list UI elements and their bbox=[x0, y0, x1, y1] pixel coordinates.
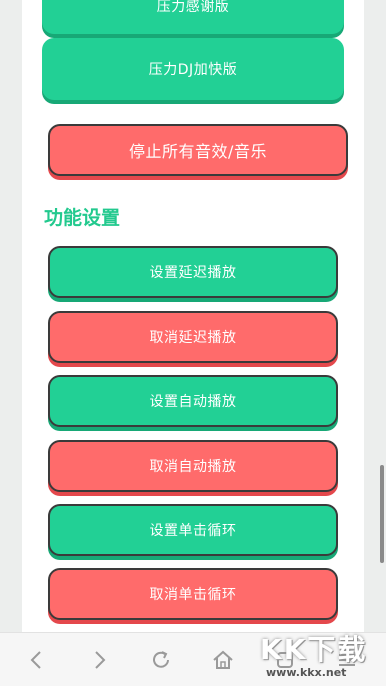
page-content: 压力感谢版 压力DJ加快版 停止所有音效/音乐 功能设置 设置延迟播放 取消延迟… bbox=[22, 0, 364, 632]
watermark-text: KK下载 bbox=[260, 633, 368, 666]
refresh-icon[interactable] bbox=[148, 647, 174, 673]
cancel-click-loop-button[interactable]: 取消单击循环 bbox=[48, 568, 338, 620]
left-margin bbox=[0, 0, 22, 632]
forward-icon[interactable] bbox=[86, 647, 112, 673]
set-auto-play-button[interactable]: 设置自动播放 bbox=[48, 375, 338, 427]
pressure-thanks-button[interactable]: 压力感谢版 bbox=[42, 0, 344, 34]
home-icon[interactable] bbox=[210, 647, 236, 673]
scrollbar[interactable] bbox=[380, 465, 384, 563]
pressure-dj-fast-button[interactable]: 压力DJ加快版 bbox=[42, 38, 344, 100]
set-delay-play-button[interactable]: 设置延迟播放 bbox=[48, 246, 338, 298]
section-title-function-settings: 功能设置 bbox=[44, 207, 121, 229]
set-click-loop-button[interactable]: 设置单击循环 bbox=[48, 504, 338, 556]
stop-all-sounds-button[interactable]: 停止所有音效/音乐 bbox=[48, 124, 348, 176]
watermark-url: www.kkx.net bbox=[266, 666, 347, 679]
cancel-auto-play-button[interactable]: 取消自动播放 bbox=[48, 440, 338, 492]
back-icon[interactable] bbox=[24, 647, 50, 673]
cancel-delay-play-button[interactable]: 取消延迟播放 bbox=[48, 311, 338, 363]
kk-watermark-logo: KK下载 www.kkx.net bbox=[260, 628, 378, 680]
